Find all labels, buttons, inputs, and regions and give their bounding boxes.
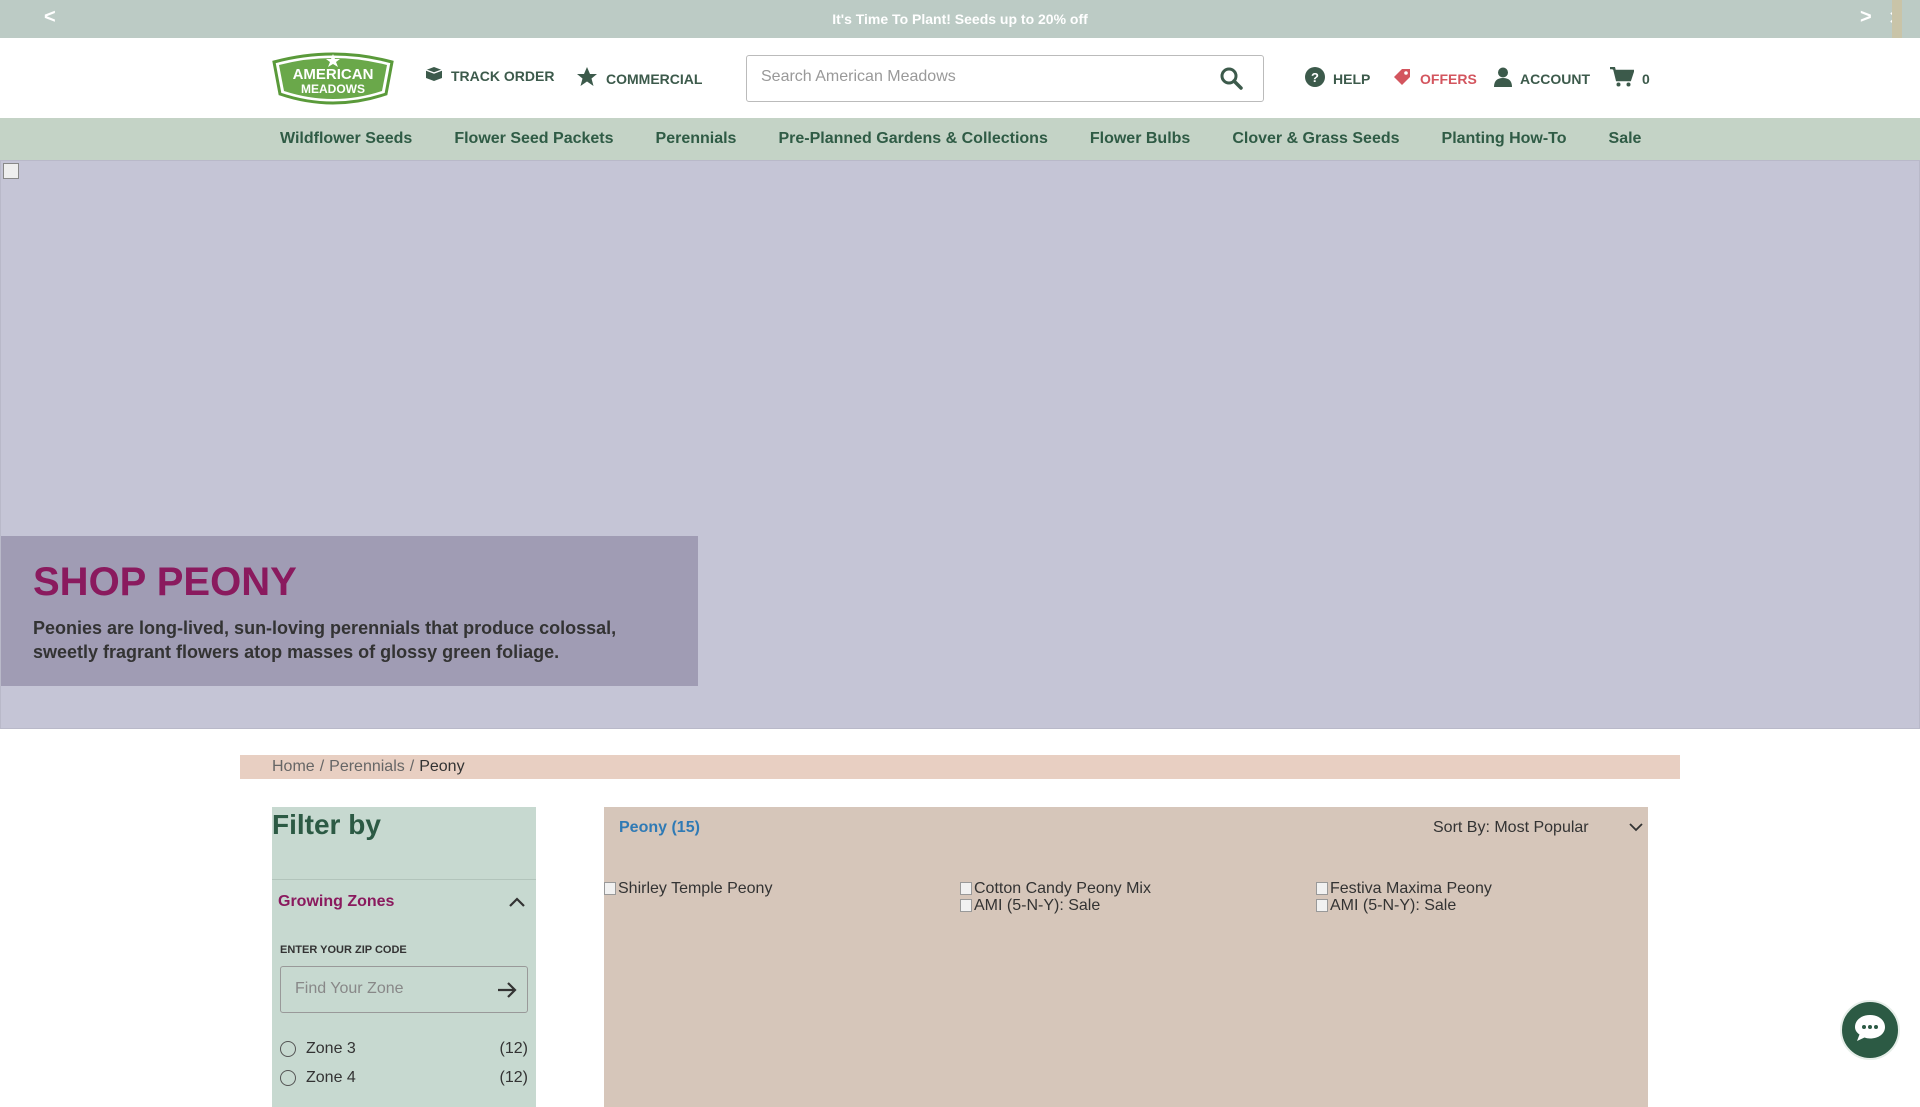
breadcrumb: Home / Perennials / Peony [240, 755, 1680, 779]
zone-count: (12) [499, 1040, 528, 1057]
box-icon [425, 67, 443, 84]
account-link[interactable]: ACCOUNT [1494, 67, 1590, 90]
arrow-right-icon[interactable] [497, 981, 517, 1004]
page-title: SHOP PEONY [33, 560, 297, 604]
commercial-label: COMMERCIAL [606, 70, 703, 87]
commercial-link[interactable]: COMMERCIAL [576, 67, 702, 90]
nav-planting-how-to[interactable]: Planting How-To [1442, 130, 1567, 148]
zone-radio[interactable] [280, 1041, 296, 1057]
growing-zones-toggle[interactable]: Growing Zones [278, 893, 394, 911]
filter-title: Filter by [272, 809, 381, 840]
scrollbar[interactable] [1892, 0, 1902, 38]
svg-text:AMERICAN: AMERICAN [293, 66, 374, 83]
track-order-label: TRACK ORDER [451, 67, 555, 84]
nav-sale[interactable]: Sale [1609, 130, 1642, 148]
product-badge: AMI (5-N-Y): Sale [1330, 897, 1457, 914]
cart-icon [1610, 66, 1635, 90]
question-icon: ? [1305, 67, 1325, 90]
star-icon [576, 67, 598, 90]
account-label: ACCOUNT [1520, 70, 1590, 87]
product-card[interactable]: Festiva Maxima Peony AMI (5-N-Y): Sale [1316, 880, 1656, 914]
zone-name: Zone 3 [306, 1040, 356, 1057]
promo-bar: < It's Time To Plant! Seeds up to 20% of… [0, 0, 1920, 38]
promo-prev-button[interactable]: < [44, 6, 56, 29]
results-count: Peony (15) [619, 819, 700, 836]
cart-link[interactable]: 0 [1610, 66, 1650, 90]
product-name[interactable]: Shirley Temple Peony [618, 880, 772, 897]
divider [272, 879, 536, 880]
broken-image-icon [604, 882, 616, 895]
broken-image-icon [1316, 899, 1328, 912]
search-input[interactable] [761, 68, 1201, 86]
logo[interactable]: AMERICAN MEADOWS [270, 48, 396, 110]
product-badge: AMI (5-N-Y): Sale [974, 897, 1101, 914]
breadcrumb-current: Peony [419, 758, 465, 775]
sort-label: Sort By: Most Popular [1433, 819, 1589, 836]
broken-image-icon [1316, 882, 1328, 895]
breadcrumb-separator: / [319, 758, 325, 775]
hero-description: Peonies are long-lived, sun-loving peren… [33, 618, 617, 662]
product-name[interactable]: Festiva Maxima Peony [1330, 880, 1492, 897]
chat-button[interactable] [1840, 1000, 1900, 1060]
svg-text:?: ? [1311, 70, 1319, 85]
hero-banner: SHOP PEONY Peonies are long-lived, sun-l… [0, 160, 1920, 729]
nav-perennials[interactable]: Perennials [656, 130, 737, 148]
search-box [746, 55, 1264, 102]
product-card[interactable]: Cotton Candy Peony Mix AMI (5-N-Y): Sale [960, 880, 1300, 914]
offers-link[interactable]: OFFERS [1392, 67, 1477, 90]
offers-label: OFFERS [1420, 70, 1477, 87]
chevron-up-icon[interactable] [508, 895, 526, 913]
zip-input[interactable] [295, 980, 485, 998]
promo-text[interactable]: It's Time To Plant! Seeds up to 20% off [832, 11, 1088, 27]
search-icon[interactable] [1219, 66, 1243, 95]
cart-count: 0 [1642, 70, 1650, 87]
zone-radio[interactable] [280, 1070, 296, 1086]
nav-clover-grass-seeds[interactable]: Clover & Grass Seeds [1232, 130, 1399, 148]
help-link[interactable]: ? HELP [1305, 67, 1370, 90]
site-header: AMERICAN MEADOWS TRACK ORDER COMMERCIAL … [240, 38, 1680, 118]
help-label: HELP [1333, 70, 1371, 87]
user-icon [1494, 67, 1512, 90]
product-grid: Peony (15) Sort By: Most Popular Shirley… [604, 807, 1648, 1107]
main-nav: Wildflower Seeds Flower Seed Packets Per… [0, 118, 1920, 160]
chevron-down-icon [1628, 819, 1643, 837]
nav-wildflower-seeds[interactable]: Wildflower Seeds [280, 130, 412, 148]
chat-bubble-icon [1853, 1013, 1887, 1048]
tag-icon [1392, 67, 1412, 90]
broken-image-icon [3, 163, 19, 179]
nav-pre-planned-gardens[interactable]: Pre-Planned Gardens & Collections [778, 130, 1047, 148]
svg-text:MEADOWS: MEADOWS [301, 82, 365, 96]
zone-name: Zone 4 [306, 1069, 356, 1086]
zone-count: (12) [499, 1069, 528, 1086]
hero-panel: SHOP PEONY Peonies are long-lived, sun-l… [1, 536, 698, 686]
product-name[interactable]: Cotton Candy Peony Mix [974, 880, 1151, 897]
sort-dropdown[interactable]: Sort By: Most Popular [1433, 819, 1643, 837]
zip-label: ENTER YOUR ZIP CODE [280, 944, 407, 956]
zone-option[interactable]: Zone 4 (12) [280, 1069, 528, 1087]
product-card[interactable]: Shirley Temple Peony [604, 880, 944, 897]
broken-image-icon [960, 882, 972, 895]
breadcrumb-home[interactable]: Home [272, 758, 315, 776]
zip-field-wrapper [280, 966, 528, 1013]
broken-image-icon [960, 899, 972, 912]
filter-sidebar: Filter by Growing Zones ENTER YOUR ZIP C… [272, 807, 536, 1107]
breadcrumb-separator: / [409, 758, 415, 775]
zone-option[interactable]: Zone 3 (12) [280, 1040, 528, 1058]
promo-next-button[interactable]: > [1860, 6, 1872, 29]
breadcrumb-perennials[interactable]: Perennials [329, 758, 405, 776]
track-order-link[interactable]: TRACK ORDER [425, 67, 554, 84]
nav-flower-seed-packets[interactable]: Flower Seed Packets [454, 130, 613, 148]
nav-flower-bulbs[interactable]: Flower Bulbs [1090, 130, 1190, 148]
